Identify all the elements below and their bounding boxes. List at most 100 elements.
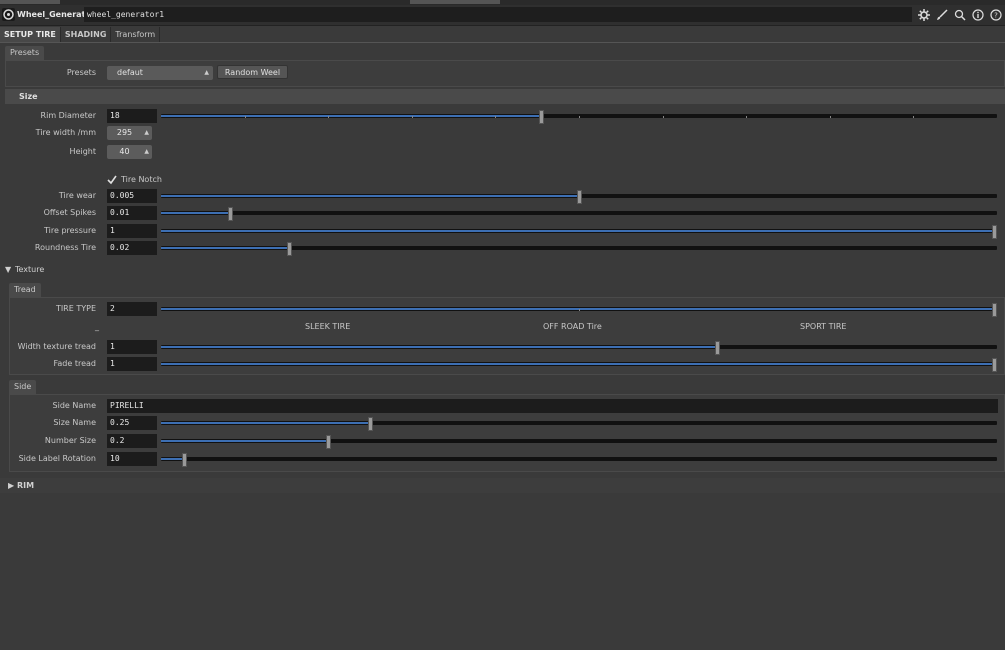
roundness-tire-slider[interactable] bbox=[161, 242, 997, 256]
triangle-down-icon: ▼ bbox=[5, 265, 12, 274]
side-label-rotation-slider[interactable] bbox=[161, 453, 997, 467]
fade-tread-slider[interactable] bbox=[161, 358, 997, 372]
triangle-right-icon: ▶ bbox=[8, 481, 17, 490]
slider-handle[interactable] bbox=[992, 358, 997, 372]
slider-fill bbox=[161, 440, 328, 442]
info-icon[interactable] bbox=[971, 8, 985, 22]
texture-folder-title: Texture bbox=[15, 265, 45, 274]
tire-wear-field[interactable]: 0.005 bbox=[107, 189, 157, 203]
slider-handle[interactable] bbox=[715, 341, 720, 355]
tire-type-slider[interactable] bbox=[161, 303, 997, 317]
tire-notch-label: Tire Notch bbox=[121, 175, 162, 184]
slider-tick bbox=[412, 116, 413, 118]
tire-width-field[interactable]: 295 ▲ bbox=[107, 126, 152, 140]
fade-tread-label: Fade tread bbox=[53, 359, 96, 368]
choice-prefix: _ bbox=[95, 322, 99, 331]
slider-handle[interactable] bbox=[992, 303, 997, 317]
tab-shading[interactable]: SHADING bbox=[60, 27, 112, 42]
slider-fill bbox=[161, 230, 997, 232]
tire-pressure-field[interactable]: 1 bbox=[107, 224, 157, 238]
slider-tick bbox=[579, 309, 580, 311]
top-strip-segment bbox=[410, 0, 500, 4]
title-bar: Wheel_Generator wheel_generator1 ? bbox=[0, 5, 1005, 26]
slider-fill bbox=[161, 247, 289, 249]
tire-wear-slider[interactable] bbox=[161, 190, 997, 204]
fade-tread-field[interactable]: 1 bbox=[107, 357, 157, 371]
width-texture-tread-label: Width texture tread bbox=[17, 342, 96, 351]
choice-off-road-tire[interactable]: OFF ROAD Tire bbox=[543, 322, 602, 331]
presets-menu-value: defaut bbox=[117, 68, 143, 77]
number-size-field[interactable]: 0.2 bbox=[107, 434, 157, 448]
width-texture-tread-slider[interactable] bbox=[161, 341, 997, 355]
height-label: Height bbox=[69, 147, 96, 156]
slider-handle[interactable] bbox=[228, 207, 233, 221]
slider-fill bbox=[161, 212, 230, 214]
side-label-rotation-field[interactable]: 10 bbox=[107, 452, 157, 466]
size-section-header[interactable]: Size bbox=[5, 89, 1005, 104]
tread-tab[interactable]: Tread bbox=[9, 283, 41, 297]
node-icon bbox=[2, 8, 15, 21]
slider-fill bbox=[161, 458, 184, 460]
choice-sleek-tire[interactable]: SLEEK TIRE bbox=[305, 322, 350, 331]
size-name-slider[interactable] bbox=[161, 417, 997, 431]
top-strip-segment bbox=[0, 0, 60, 4]
slider-tick bbox=[663, 116, 664, 118]
tire-notch-checkbox[interactable] bbox=[107, 175, 117, 185]
height-field[interactable]: 40 ▲ bbox=[107, 145, 152, 159]
tab-divider bbox=[0, 42, 1005, 43]
brush-icon[interactable] bbox=[935, 8, 949, 22]
slider-handle[interactable] bbox=[577, 190, 582, 204]
rim-diameter-slider[interactable] bbox=[161, 110, 997, 124]
slider-handle[interactable] bbox=[326, 435, 331, 449]
slider-handle[interactable] bbox=[539, 110, 544, 124]
slider-fill bbox=[161, 195, 579, 197]
tire-type-label: TIRE TYPE bbox=[55, 304, 96, 313]
width-texture-tread-field[interactable]: 1 bbox=[107, 340, 157, 354]
slider-tick bbox=[495, 116, 496, 118]
slider-handle[interactable] bbox=[182, 453, 187, 467]
presets-tab[interactable]: Presets bbox=[5, 46, 45, 60]
stepper-arrow-icon[interactable]: ▲ bbox=[144, 126, 149, 140]
number-size-label: Number Size bbox=[44, 436, 96, 445]
slider-handle[interactable] bbox=[992, 225, 997, 239]
tire-type-field[interactable]: 2 bbox=[107, 302, 157, 316]
roundness-tire-field[interactable]: 0.02 bbox=[107, 241, 157, 255]
rim-folder-header[interactable]: ▶ RIM bbox=[0, 478, 1005, 493]
texture-folder-header[interactable]: ▼ Texture bbox=[5, 262, 44, 277]
side-name-field[interactable]: PIRELLI bbox=[107, 399, 998, 413]
offset-spikes-slider[interactable] bbox=[161, 207, 997, 221]
slider-fill bbox=[161, 363, 997, 365]
side-name-label: Side Name bbox=[52, 401, 96, 410]
number-size-slider[interactable] bbox=[161, 435, 997, 449]
rim-folder-title: RIM bbox=[16, 481, 35, 490]
height-value: 40 bbox=[119, 147, 130, 156]
choice-sport-tire[interactable]: SPORT TIRE bbox=[800, 322, 846, 331]
tire-pressure-slider[interactable] bbox=[161, 225, 997, 239]
slider-tick bbox=[328, 116, 329, 118]
stepper-arrow-icon[interactable]: ▲ bbox=[144, 145, 149, 159]
node-name-field[interactable]: wheel_generator1 bbox=[84, 7, 912, 22]
side-tab[interactable]: Side bbox=[9, 380, 37, 394]
size-name-field[interactable]: 0.25 bbox=[107, 416, 157, 430]
gear-icon[interactable] bbox=[917, 8, 931, 22]
rim-diameter-label: Rim Diameter bbox=[40, 111, 96, 120]
search-icon[interactable] bbox=[953, 8, 967, 22]
slider-tick bbox=[245, 116, 246, 118]
tire-wear-label: Tire wear bbox=[58, 191, 96, 200]
rim-diameter-field[interactable]: 18 bbox=[107, 109, 157, 123]
offset-spikes-label: Offset Spikes bbox=[43, 208, 96, 217]
help-icon[interactable]: ? bbox=[989, 8, 1003, 22]
presets-menu[interactable]: defaut ▲ bbox=[107, 66, 213, 80]
slider-fill bbox=[161, 422, 370, 424]
tire-width-label: Tire width /mm bbox=[35, 128, 96, 137]
slider-tick bbox=[746, 116, 747, 118]
tire-width-value: 295 bbox=[116, 128, 133, 137]
slider-handle[interactable] bbox=[368, 417, 373, 431]
slider-handle[interactable] bbox=[287, 242, 292, 256]
tab-transform[interactable]: Transform bbox=[111, 27, 161, 42]
slider-tick bbox=[913, 116, 914, 118]
svg-text:?: ? bbox=[994, 12, 998, 20]
random-weel-button[interactable]: Random Weel bbox=[217, 65, 288, 79]
tab-setup-tire[interactable]: SETUP TIRE bbox=[0, 27, 61, 42]
offset-spikes-field[interactable]: 0.01 bbox=[107, 206, 157, 220]
